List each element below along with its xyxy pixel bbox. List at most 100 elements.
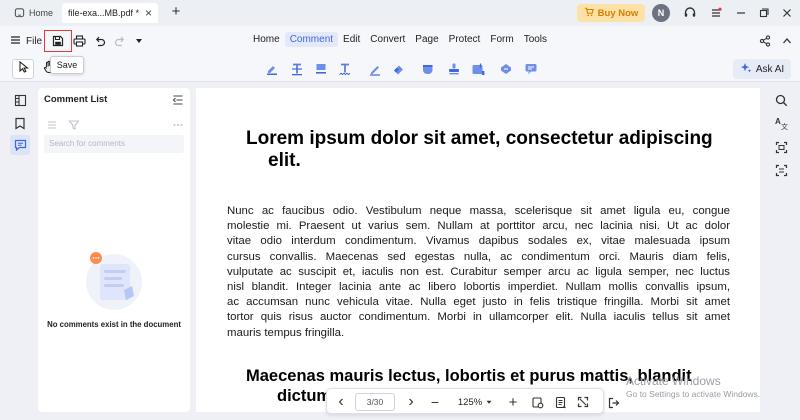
file-tab-label: file-exa...MB.pdf * <box>68 8 140 18</box>
squiggly-icon[interactable] <box>337 61 353 77</box>
paragraph-line: Nunc ac faucibus odio. Vestibulum neque … <box>227 205 730 217</box>
main-menu: Home Comment Edit Convert Page Protect F… <box>248 32 552 47</box>
paragraph-line: nisl blandit. Integer lacinia ante ac li… <box>227 280 730 293</box>
home-tab-label: Home <box>29 8 54 18</box>
paragraph-line: vulputate ac suscipit et, iaculis non es… <box>227 265 730 278</box>
file-menu-label: File <box>26 35 43 47</box>
compare-icon[interactable] <box>771 160 791 180</box>
shape-icon[interactable] <box>420 61 436 77</box>
next-page-button[interactable]: › <box>403 393 419 411</box>
pencil-icon[interactable] <box>367 61 383 77</box>
save-icon[interactable] <box>49 32 67 50</box>
search-icon[interactable] <box>771 90 791 110</box>
document-heading: Lorem ipsum dolor sit amet, consectetur … <box>246 128 726 172</box>
underline-icon[interactable] <box>313 61 329 77</box>
paragraph-line: cursus convallis. Maecenas sed egestas n… <box>227 250 730 263</box>
filter-icon[interactable] <box>68 118 80 136</box>
page-number-input[interactable]: 3/30 <box>355 393 395 411</box>
document-canvas[interactable]: Lorem ipsum dolor sit amet, consectetur … <box>196 88 760 412</box>
fit-page-icon[interactable] <box>529 393 545 411</box>
strikethrough-icon[interactable] <box>289 61 305 77</box>
ask-ai-button[interactable]: Ask AI <box>733 59 791 79</box>
home-tab[interactable]: Home <box>8 4 59 22</box>
buy-now-label: Buy Now <box>597 7 639 19</box>
home-icon <box>14 7 25 20</box>
main-toolbar: File Home Comment Edit Convert Page Prot… <box>0 26 800 56</box>
paragraph-line: mauris tempus fringilla. <box>227 326 345 339</box>
annotation-toolbar: Ask AI <box>0 56 800 82</box>
document-heading-line-2: elit. <box>268 150 301 171</box>
empty-comments-illustration <box>82 248 146 312</box>
menu-home[interactable]: Home <box>248 32 285 47</box>
comment-search-input[interactable]: Search for comments <box>44 135 184 153</box>
menu-protect[interactable]: Protect <box>444 32 486 47</box>
comment-list-icon[interactable] <box>10 135 30 155</box>
print-icon[interactable] <box>70 32 88 50</box>
collapse-ribbon-icon[interactable] <box>778 32 796 50</box>
zoom-out-button[interactable]: − <box>427 393 443 411</box>
title-bar: Home file-exa...MB.pdf * × + Buy Now N <box>0 0 800 26</box>
maximize-icon[interactable] <box>755 4 773 22</box>
new-tab-button[interactable]: + <box>168 4 184 20</box>
file-tab[interactable]: file-exa...MB.pdf * × <box>62 3 158 23</box>
select-tool-button[interactable] <box>12 59 34 79</box>
document-subheading-line-1: Maecenas mauris lectus, lobortis et puru… <box>246 367 692 385</box>
right-sidebar-rail: A文 <box>762 82 800 420</box>
buy-now-button[interactable]: Buy Now <box>577 4 645 22</box>
paragraph-line: ac accumsan nunc vehicula vitae. Nulla e… <box>227 296 730 309</box>
more-options-icon[interactable] <box>172 118 184 136</box>
translate-icon[interactable]: A文 <box>771 113 791 133</box>
text-box-icon[interactable] <box>498 61 514 77</box>
attachment-icon[interactable] <box>470 61 486 77</box>
headset-icon[interactable] <box>681 4 699 22</box>
user-avatar[interactable]: N <box>652 4 670 22</box>
zoom-level-dropdown[interactable]: 125% <box>453 393 497 411</box>
stamp-icon[interactable] <box>446 61 462 77</box>
redo-icon[interactable] <box>111 32 129 50</box>
cursor-icon <box>18 60 29 78</box>
document-heading-line-1: Lorem ipsum dolor sit amet, consectetur … <box>246 128 713 149</box>
close-window-icon[interactable] <box>778 4 796 22</box>
save-tooltip: Save <box>50 56 84 74</box>
menu-convert[interactable]: Convert <box>365 32 410 47</box>
paragraph-line: vitae odio interdum condimentum. Vivamus… <box>227 235 730 248</box>
bookmark-icon[interactable] <box>10 113 30 133</box>
minimize-icon[interactable] <box>732 4 750 22</box>
sort-icon[interactable] <box>46 118 58 136</box>
page-view-icon[interactable] <box>552 393 568 411</box>
menu-page[interactable]: Page <box>410 32 443 47</box>
fullscreen-icon[interactable] <box>575 393 591 411</box>
zoom-in-button[interactable]: + <box>505 393 521 411</box>
comment-panel: Comment List Search for comments No comm… <box>38 88 190 412</box>
menu-comment[interactable]: Comment <box>284 32 339 47</box>
svg-text:文: 文 <box>781 122 788 130</box>
undo-icon[interactable] <box>91 32 109 50</box>
page-navigation-bar: ‹ 3/30 › − 125% + <box>326 388 604 414</box>
ask-ai-label: Ask AI <box>755 63 785 75</box>
comment-panel-title: Comment List <box>44 94 108 105</box>
callout-icon[interactable] <box>523 61 539 77</box>
empty-comments-message: No comments exist in the document <box>47 320 181 329</box>
document-paragraph: Nunc ac faucibus odio. Vestibulum neque … <box>227 204 730 341</box>
zoom-level-value: 125% <box>457 396 483 408</box>
customize-dropdown-icon[interactable] <box>130 32 148 50</box>
close-tab-icon[interactable]: × <box>145 6 152 20</box>
prev-page-button[interactable]: ‹ <box>333 393 349 411</box>
thumbnails-icon[interactable] <box>10 90 30 110</box>
file-menu[interactable]: File <box>10 32 42 50</box>
highlight-icon[interactable] <box>264 61 280 77</box>
exit-reading-mode-icon[interactable] <box>606 395 622 411</box>
chevron-down-icon <box>486 397 492 408</box>
ocr-scan-icon[interactable] <box>771 137 791 157</box>
sparkle-icon <box>740 62 752 77</box>
menu-form[interactable]: Form <box>485 32 518 47</box>
menu-edit[interactable]: Edit <box>338 32 365 47</box>
eraser-icon[interactable] <box>391 61 407 77</box>
menu-tools[interactable]: Tools <box>519 32 552 47</box>
hamburger-icon <box>10 35 21 48</box>
left-sidebar-rail <box>0 82 38 420</box>
share-icon[interactable] <box>756 32 774 50</box>
menu-icon[interactable] <box>707 4 725 22</box>
paragraph-line: molestie mi. Praesent ut varius sem. Nul… <box>227 220 730 233</box>
collapse-panel-icon[interactable] <box>172 93 184 105</box>
